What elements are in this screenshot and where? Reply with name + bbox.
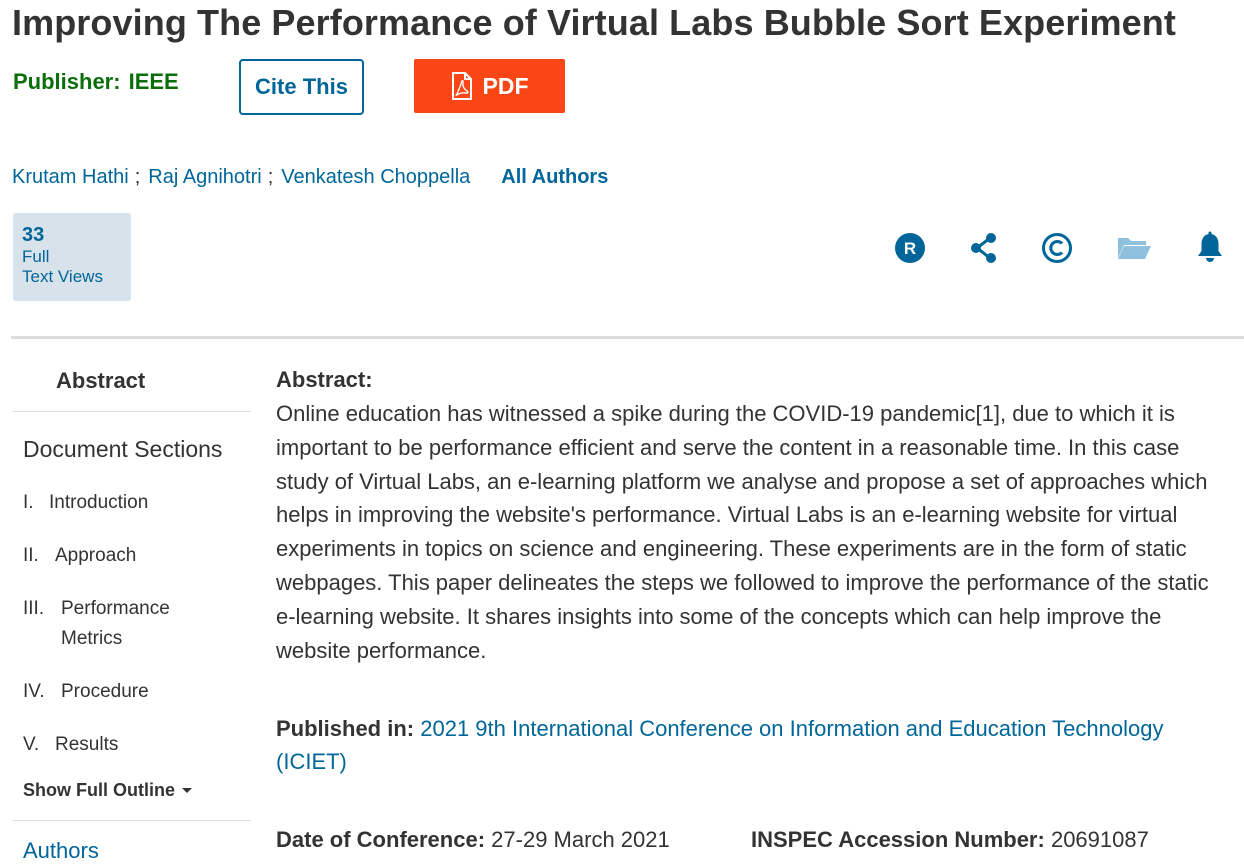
- sidebar-item-performance-metrics[interactable]: III. Performance Metrics: [23, 594, 191, 654]
- section-number: III.: [23, 598, 45, 619]
- author-link[interactable]: Venkatesh Choppella: [281, 166, 470, 189]
- published-in-label: Published in:: [276, 716, 415, 741]
- sidebar-item-abstract[interactable]: Abstract: [56, 368, 145, 394]
- cite-this-button[interactable]: Cite This: [239, 59, 364, 115]
- publisher-label: Publisher:: [13, 69, 121, 94]
- sidebar-divider: [12, 820, 251, 821]
- sidebar-item-results[interactable]: V. Results: [23, 730, 118, 760]
- page-title: Improving The Performance of Virtual Lab…: [12, 2, 1176, 43]
- sidebar-divider: [12, 411, 251, 412]
- abstract-section: Abstract: Online education has witnessed…: [276, 367, 1226, 852]
- bell-icon[interactable]: [1192, 230, 1228, 266]
- author-separator: ;: [134, 166, 141, 188]
- publisher-value: IEEE: [128, 69, 179, 94]
- sidebar-item-approach[interactable]: II. Approach: [23, 541, 136, 571]
- author-separator: ;: [267, 166, 274, 188]
- publisher: Publisher: IEEE: [13, 69, 179, 95]
- document-sections-heading: Document Sections: [23, 436, 223, 462]
- section-number: IV.: [23, 681, 45, 702]
- published-in: Published in: 2021 9th International Con…: [276, 712, 1216, 778]
- section-label: Introduction: [49, 492, 149, 513]
- date-of-conference-value: 27-29 March 2021: [491, 827, 670, 852]
- section-label: Results: [55, 734, 119, 755]
- date-of-conference: Date of Conference: 27-29 March 2021: [276, 827, 670, 853]
- caret-down-icon: [181, 787, 193, 795]
- section-label: Performance Metrics: [61, 598, 170, 649]
- show-full-outline-button[interactable]: Show Full Outline: [23, 780, 193, 801]
- abstract-text: Online education has witnessed a spike d…: [276, 401, 1209, 663]
- inspec-accession-label: INSPEC Accession Number:: [751, 827, 1045, 852]
- pdf-file-icon: [451, 72, 473, 100]
- inspec-accession-value: 20691087: [1050, 827, 1149, 852]
- section-number: V.: [23, 734, 40, 755]
- sidebar-item-authors[interactable]: Authors: [23, 838, 99, 864]
- pdf-button-label: PDF: [482, 72, 529, 99]
- rights-permissions-icon[interactable]: R: [892, 230, 928, 266]
- copyright-icon[interactable]: [1039, 230, 1075, 266]
- author-link[interactable]: Raj Agnihotri: [148, 166, 261, 189]
- section-label: Approach: [55, 545, 137, 566]
- share-icon[interactable]: [966, 230, 1002, 266]
- section-number: II.: [23, 545, 39, 566]
- header-divider: [11, 336, 1244, 339]
- section-number: I.: [23, 492, 34, 513]
- metric-label-line2: Text Views: [22, 267, 103, 286]
- show-full-outline-label: Show Full Outline: [23, 780, 175, 800]
- date-of-conference-label: Date of Conference:: [276, 827, 486, 852]
- sidebar-item-introduction[interactable]: I. Introduction: [23, 488, 148, 518]
- all-authors-link[interactable]: All Authors: [501, 166, 608, 189]
- inspec-accession: INSPEC Accession Number: 20691087: [751, 827, 1149, 853]
- author-list: Krutam Hathi ; Raj Agnihotri ; Venkatesh…: [12, 166, 608, 189]
- folder-icon[interactable]: [1116, 230, 1152, 266]
- sidebar-item-procedure[interactable]: IV. Procedure: [23, 677, 149, 707]
- abstract-heading: Abstract:: [276, 367, 373, 392]
- section-label: Procedure: [61, 681, 149, 702]
- pdf-button[interactable]: PDF: [414, 59, 565, 113]
- author-link[interactable]: Krutam Hathi: [12, 166, 129, 189]
- document-action-icons: R: [0, 230, 1244, 270]
- svg-text:R: R: [904, 239, 916, 258]
